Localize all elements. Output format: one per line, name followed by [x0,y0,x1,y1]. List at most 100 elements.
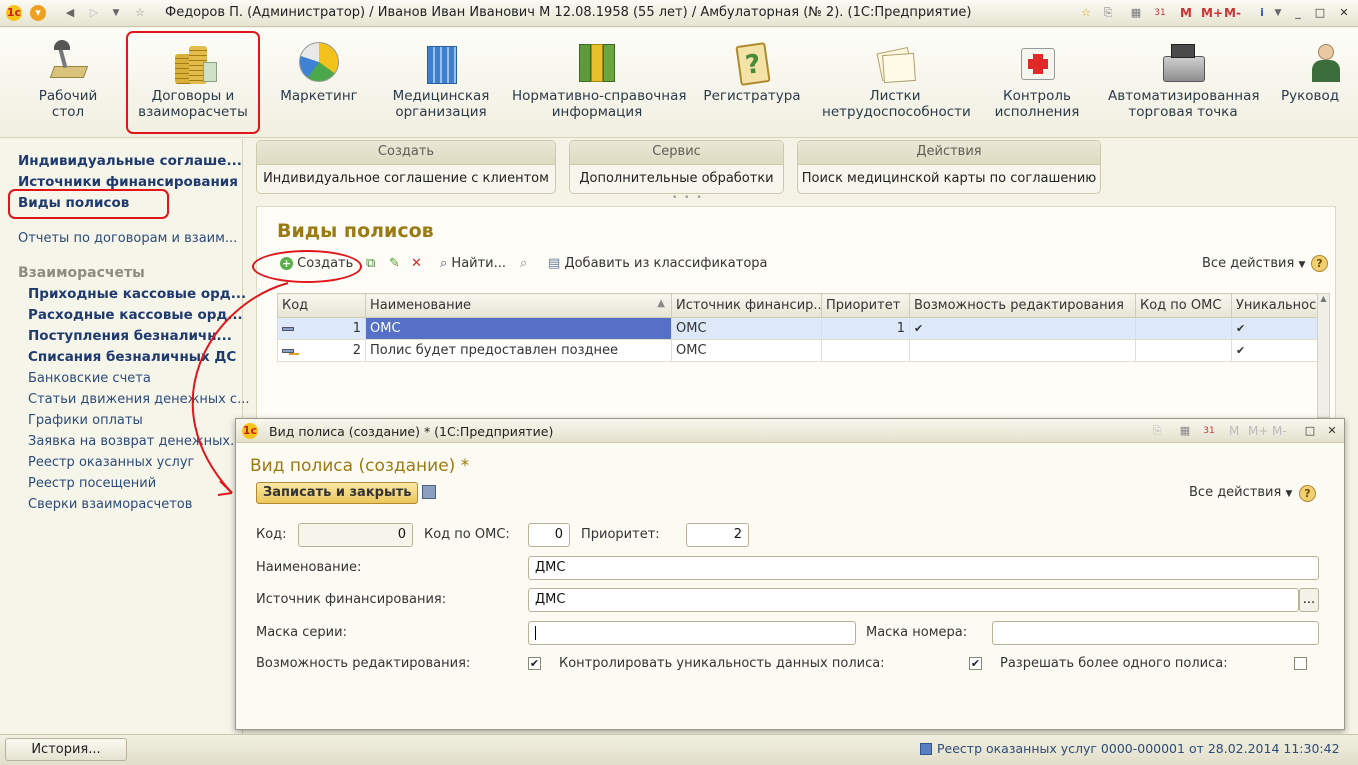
section-control[interactable]: Контроль исполнения [990,40,1084,120]
link-icon[interactable]: ⎘ [1100,5,1116,21]
dialog-maximize-icon[interactable]: □ [1302,423,1318,439]
section-reference-info[interactable]: Нормативно-справочная информация [512,40,687,120]
save-disk-icon[interactable] [422,485,436,499]
add-favorite-icon[interactable]: ☆ [1078,5,1094,21]
dialog-link-icon[interactable]: ⎘ [1149,423,1165,439]
memory-plus-button[interactable]: M+ [1201,5,1223,21]
column-header-source[interactable]: Источник финансир... [671,293,822,318]
nav-funding-sources[interactable]: Источники финансирования [18,174,238,190]
column-header-name[interactable]: Наименование ▲ [365,293,672,318]
number-mask-field[interactable] [992,621,1319,645]
dialog-help-button[interactable]: ? [1299,485,1316,502]
nav-bank-accounts[interactable]: Банковские счета [28,371,151,386]
command-group-actions: Действия Поиск медицинской карты по согл… [797,140,1101,194]
cmd-additional-processing[interactable]: Дополнительные обработки [570,165,783,194]
section-marketing[interactable]: Маркетинг [278,40,360,104]
dialog-memory-plus[interactable]: M+ [1248,423,1268,439]
panel-splitter-handle[interactable]: • • • [672,193,704,203]
dialog-calendar-icon[interactable]: 31 [1201,423,1217,439]
add-from-classifier-button[interactable]: ▤ Добавить из классификатора [548,256,768,271]
policy-types-table[interactable]: Код Наименование ▲ Источник финансир... П… [277,293,1318,362]
cancel-search-icon[interactable]: ⌕ [520,256,527,271]
minimize-icon[interactable]: _ [1290,5,1306,21]
info-dropdown-icon[interactable]: ▼ [1270,5,1286,21]
dialog-all-actions-dropdown[interactable]: Все действия ▼ [1189,485,1292,500]
unique-checkbox[interactable]: ✔ [969,657,982,670]
row-source: ОМС [671,317,822,340]
nav-payment-schedules[interactable]: Графики оплаты [28,413,143,428]
status-message-link[interactable]: Реестр оказанных услуг 0000-000001 от 28… [937,741,1340,756]
favorites-star-icon[interactable]: ☆ [132,5,148,21]
find-button-label: Найти... [451,256,507,271]
section-marketing-label: Маркетинг [280,88,358,104]
status-bar: История... Реестр оказанных услуг 0000-0… [0,734,1358,765]
source-select-button[interactable]: ... [1299,588,1319,612]
memory-minus-button[interactable]: M- [1224,5,1241,21]
find-button[interactable]: ⌕ Найти... [440,256,506,271]
column-header-oms-code[interactable]: Код по ОМС [1135,293,1232,318]
cmd-find-medical-card[interactable]: Поиск медицинской карты по соглашению [798,165,1100,194]
name-field[interactable]: ДМС [528,556,1319,580]
dialog-memory-m[interactable]: M [1229,423,1239,439]
table-row[interactable]: 2 Полис будет предоставлен позднее ОМС ✔ [277,339,1318,362]
table-scrollbar[interactable]: ▲ [1317,293,1330,418]
name-label: Наименование: [256,560,362,575]
column-header-unique[interactable]: Уникальнос [1231,293,1318,318]
section-desktop[interactable]: Рабочий стол [30,40,106,120]
manager-icon [1308,40,1352,84]
memory-m-button[interactable]: M [1180,5,1192,21]
help-button[interactable]: ? [1311,255,1328,272]
info-icon[interactable]: i [1254,5,1270,21]
maximize-icon[interactable]: □ [1312,5,1328,21]
code-label: Код: [256,527,287,542]
back-arrow-icon[interactable]: ◀ [62,5,78,21]
folders-icon [575,40,619,84]
nav-reconciliations[interactable]: Сверки взаиморасчетов [28,497,192,512]
section-registry[interactable]: ? Регистратура [702,40,802,104]
dialog-memory-minus[interactable]: M- [1272,423,1287,439]
column-header-priority[interactable]: Приоритет [821,293,910,318]
section-medical-org[interactable]: Медицинская организация [388,40,494,120]
section-management[interactable]: Руковод [1278,40,1358,104]
scroll-up-icon[interactable]: ▲ [1318,294,1329,303]
section-pos-label: Автоматизированная торговая точка [1108,88,1260,120]
copy-icon[interactable]: ⧉ [366,256,375,271]
row-oms-code [1135,317,1232,340]
series-mask-field[interactable] [528,621,856,645]
section-pos[interactable]: Автоматизированная торговая точка [1108,40,1260,120]
app-logo-icon[interactable]: 1c [6,5,22,21]
section-medical-org-label: Медицинская организация [392,88,490,120]
editable-checkbox[interactable]: ✔ [528,657,541,670]
dialog-close-icon[interactable]: ✕ [1324,423,1340,439]
history-button[interactable]: История... [5,738,127,761]
add-from-classifier-label: Добавить из классификатора [564,256,768,271]
edit-icon[interactable]: ✎ [389,256,400,271]
column-header-editable[interactable]: Возможность редактирования [909,293,1136,318]
calculator-icon[interactable]: ▦ [1128,5,1144,21]
nav-visits-register[interactable]: Реестр посещений [28,476,156,491]
dialog-window-title: Вид полиса (создание) * (1С:Предприятие) [269,424,554,439]
main-menu-icon[interactable]: ▾ [30,5,46,21]
close-icon[interactable]: ✕ [1336,5,1352,21]
table-row[interactable]: 1 ОМС ОМС 1 ✔ ✔ [277,317,1318,340]
delete-mark-icon[interactable]: ✕ [411,256,422,271]
priority-field[interactable]: 2 [686,523,749,547]
multi-policy-checkbox[interactable] [1294,657,1307,670]
cmd-individual-agreement[interactable]: Индивидуальное соглашение с клиентом [257,165,555,194]
all-actions-dropdown[interactable]: Все действия ▼ [1202,256,1305,271]
command-group-create-header: Создать [257,141,555,165]
source-field[interactable]: ДМС [528,588,1299,612]
list-form-title: Виды полисов [277,220,434,242]
editable-label: Возможность редактирования: [256,656,471,671]
nav-contract-reports[interactable]: Отчеты по договорам и взаим... [18,231,237,246]
save-and-close-button[interactable]: Записать и закрыть [256,482,419,504]
nav-individual-agreements[interactable]: Индивидуальные соглаше... [18,153,242,169]
row-unique-check: ✔ [1231,339,1318,362]
code-field[interactable]: 0 [298,523,413,547]
calendar-icon[interactable]: 31 [1152,5,1168,21]
dialog-calculator-icon[interactable]: ▦ [1177,423,1193,439]
history-dropdown-icon[interactable]: ▼ [108,5,124,21]
forward-arrow-icon[interactable]: ▷ [86,5,102,21]
section-sick-leave[interactable]: Листки нетрудоспособности [822,40,971,120]
oms-code-field[interactable]: 0 [528,523,570,547]
